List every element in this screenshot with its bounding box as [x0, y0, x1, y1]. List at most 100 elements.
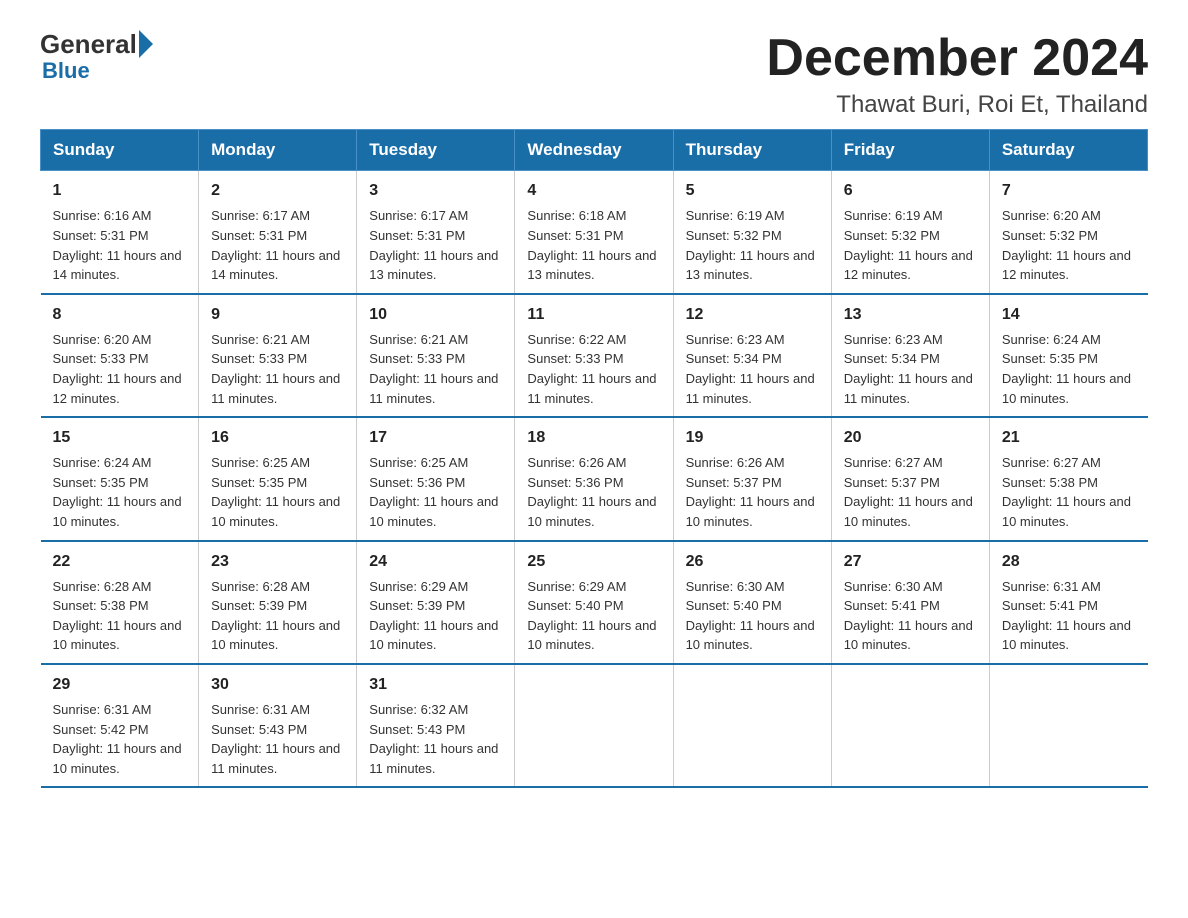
day-info: Sunrise: 6:19 AMSunset: 5:32 PMDaylight:…	[844, 208, 973, 282]
day-cell: 11 Sunrise: 6:22 AMSunset: 5:33 PMDaylig…	[515, 294, 673, 417]
day-cell: 31 Sunrise: 6:32 AMSunset: 5:43 PMDaylig…	[357, 664, 515, 787]
day-number: 28	[1002, 550, 1136, 573]
day-cell: 8 Sunrise: 6:20 AMSunset: 5:33 PMDayligh…	[41, 294, 199, 417]
header-friday: Friday	[831, 130, 989, 171]
header-thursday: Thursday	[673, 130, 831, 171]
day-info: Sunrise: 6:31 AMSunset: 5:42 PMDaylight:…	[53, 702, 182, 776]
day-info: Sunrise: 6:28 AMSunset: 5:38 PMDaylight:…	[53, 579, 182, 653]
day-cell: 29 Sunrise: 6:31 AMSunset: 5:42 PMDaylig…	[41, 664, 199, 787]
day-info: Sunrise: 6:30 AMSunset: 5:41 PMDaylight:…	[844, 579, 973, 653]
day-info: Sunrise: 6:31 AMSunset: 5:41 PMDaylight:…	[1002, 579, 1131, 653]
header-wednesday: Wednesday	[515, 130, 673, 171]
day-number: 4	[527, 179, 660, 202]
day-info: Sunrise: 6:26 AMSunset: 5:37 PMDaylight:…	[686, 455, 815, 529]
day-number: 1	[53, 179, 187, 202]
week-row-5: 29 Sunrise: 6:31 AMSunset: 5:42 PMDaylig…	[41, 664, 1148, 787]
day-info: Sunrise: 6:25 AMSunset: 5:36 PMDaylight:…	[369, 455, 498, 529]
day-cell: 28 Sunrise: 6:31 AMSunset: 5:41 PMDaylig…	[989, 541, 1147, 664]
day-info: Sunrise: 6:17 AMSunset: 5:31 PMDaylight:…	[211, 208, 340, 282]
day-number: 19	[686, 426, 819, 449]
day-info: Sunrise: 6:29 AMSunset: 5:39 PMDaylight:…	[369, 579, 498, 653]
day-number: 2	[211, 179, 344, 202]
day-cell	[989, 664, 1147, 787]
day-info: Sunrise: 6:24 AMSunset: 5:35 PMDaylight:…	[1002, 332, 1131, 406]
day-cell: 10 Sunrise: 6:21 AMSunset: 5:33 PMDaylig…	[357, 294, 515, 417]
month-title: December 2024 Thawat Buri, Roi Et, Thail…	[766, 30, 1148, 119]
day-number: 14	[1002, 303, 1136, 326]
header-tuesday: Tuesday	[357, 130, 515, 171]
day-cell: 9 Sunrise: 6:21 AMSunset: 5:33 PMDayligh…	[199, 294, 357, 417]
week-row-1: 1 Sunrise: 6:16 AMSunset: 5:31 PMDayligh…	[41, 171, 1148, 294]
day-number: 12	[686, 303, 819, 326]
day-cell: 7 Sunrise: 6:20 AMSunset: 5:32 PMDayligh…	[989, 171, 1147, 294]
day-cell: 19 Sunrise: 6:26 AMSunset: 5:37 PMDaylig…	[673, 417, 831, 540]
day-number: 13	[844, 303, 977, 326]
day-cell: 23 Sunrise: 6:28 AMSunset: 5:39 PMDaylig…	[199, 541, 357, 664]
day-number: 15	[53, 426, 187, 449]
day-cell: 16 Sunrise: 6:25 AMSunset: 5:35 PMDaylig…	[199, 417, 357, 540]
day-cell: 18 Sunrise: 6:26 AMSunset: 5:36 PMDaylig…	[515, 417, 673, 540]
day-number: 7	[1002, 179, 1136, 202]
day-number: 10	[369, 303, 502, 326]
week-row-4: 22 Sunrise: 6:28 AMSunset: 5:38 PMDaylig…	[41, 541, 1148, 664]
page-header: General Blue December 2024 Thawat Buri, …	[40, 30, 1148, 119]
day-number: 27	[844, 550, 977, 573]
header-saturday: Saturday	[989, 130, 1147, 171]
logo-general-text: General	[40, 31, 137, 57]
day-number: 26	[686, 550, 819, 573]
day-number: 20	[844, 426, 977, 449]
header-monday: Monday	[199, 130, 357, 171]
day-number: 22	[53, 550, 187, 573]
day-info: Sunrise: 6:24 AMSunset: 5:35 PMDaylight:…	[53, 455, 182, 529]
day-cell: 30 Sunrise: 6:31 AMSunset: 5:43 PMDaylig…	[199, 664, 357, 787]
day-cell: 15 Sunrise: 6:24 AMSunset: 5:35 PMDaylig…	[41, 417, 199, 540]
day-number: 9	[211, 303, 344, 326]
day-info: Sunrise: 6:28 AMSunset: 5:39 PMDaylight:…	[211, 579, 340, 653]
day-info: Sunrise: 6:20 AMSunset: 5:33 PMDaylight:…	[53, 332, 182, 406]
month-year-heading: December 2024	[766, 30, 1148, 87]
day-number: 11	[527, 303, 660, 326]
day-cell: 13 Sunrise: 6:23 AMSunset: 5:34 PMDaylig…	[831, 294, 989, 417]
day-cell: 26 Sunrise: 6:30 AMSunset: 5:40 PMDaylig…	[673, 541, 831, 664]
day-info: Sunrise: 6:23 AMSunset: 5:34 PMDaylight:…	[844, 332, 973, 406]
day-info: Sunrise: 6:16 AMSunset: 5:31 PMDaylight:…	[53, 208, 182, 282]
day-cell: 24 Sunrise: 6:29 AMSunset: 5:39 PMDaylig…	[357, 541, 515, 664]
day-info: Sunrise: 6:23 AMSunset: 5:34 PMDaylight:…	[686, 332, 815, 406]
week-row-2: 8 Sunrise: 6:20 AMSunset: 5:33 PMDayligh…	[41, 294, 1148, 417]
day-info: Sunrise: 6:32 AMSunset: 5:43 PMDaylight:…	[369, 702, 498, 776]
day-info: Sunrise: 6:26 AMSunset: 5:36 PMDaylight:…	[527, 455, 656, 529]
day-number: 24	[369, 550, 502, 573]
week-row-3: 15 Sunrise: 6:24 AMSunset: 5:35 PMDaylig…	[41, 417, 1148, 540]
day-cell	[831, 664, 989, 787]
day-number: 8	[53, 303, 187, 326]
day-cell: 4 Sunrise: 6:18 AMSunset: 5:31 PMDayligh…	[515, 171, 673, 294]
day-info: Sunrise: 6:18 AMSunset: 5:31 PMDaylight:…	[527, 208, 656, 282]
day-number: 5	[686, 179, 819, 202]
day-cell: 27 Sunrise: 6:30 AMSunset: 5:41 PMDaylig…	[831, 541, 989, 664]
day-number: 23	[211, 550, 344, 573]
day-cell: 21 Sunrise: 6:27 AMSunset: 5:38 PMDaylig…	[989, 417, 1147, 540]
day-cell: 6 Sunrise: 6:19 AMSunset: 5:32 PMDayligh…	[831, 171, 989, 294]
day-number: 3	[369, 179, 502, 202]
day-number: 29	[53, 673, 187, 696]
day-info: Sunrise: 6:31 AMSunset: 5:43 PMDaylight:…	[211, 702, 340, 776]
day-info: Sunrise: 6:21 AMSunset: 5:33 PMDaylight:…	[369, 332, 498, 406]
day-cell: 3 Sunrise: 6:17 AMSunset: 5:31 PMDayligh…	[357, 171, 515, 294]
day-number: 17	[369, 426, 502, 449]
day-cell	[673, 664, 831, 787]
logo-arrow-icon	[139, 30, 153, 58]
day-cell: 17 Sunrise: 6:25 AMSunset: 5:36 PMDaylig…	[357, 417, 515, 540]
day-info: Sunrise: 6:21 AMSunset: 5:33 PMDaylight:…	[211, 332, 340, 406]
day-info: Sunrise: 6:27 AMSunset: 5:38 PMDaylight:…	[1002, 455, 1131, 529]
calendar-header-row: SundayMondayTuesdayWednesdayThursdayFrid…	[41, 130, 1148, 171]
day-cell: 20 Sunrise: 6:27 AMSunset: 5:37 PMDaylig…	[831, 417, 989, 540]
header-sunday: Sunday	[41, 130, 199, 171]
day-info: Sunrise: 6:27 AMSunset: 5:37 PMDaylight:…	[844, 455, 973, 529]
day-cell	[515, 664, 673, 787]
day-number: 6	[844, 179, 977, 202]
day-number: 30	[211, 673, 344, 696]
day-cell: 2 Sunrise: 6:17 AMSunset: 5:31 PMDayligh…	[199, 171, 357, 294]
day-cell: 12 Sunrise: 6:23 AMSunset: 5:34 PMDaylig…	[673, 294, 831, 417]
day-info: Sunrise: 6:17 AMSunset: 5:31 PMDaylight:…	[369, 208, 498, 282]
day-info: Sunrise: 6:30 AMSunset: 5:40 PMDaylight:…	[686, 579, 815, 653]
